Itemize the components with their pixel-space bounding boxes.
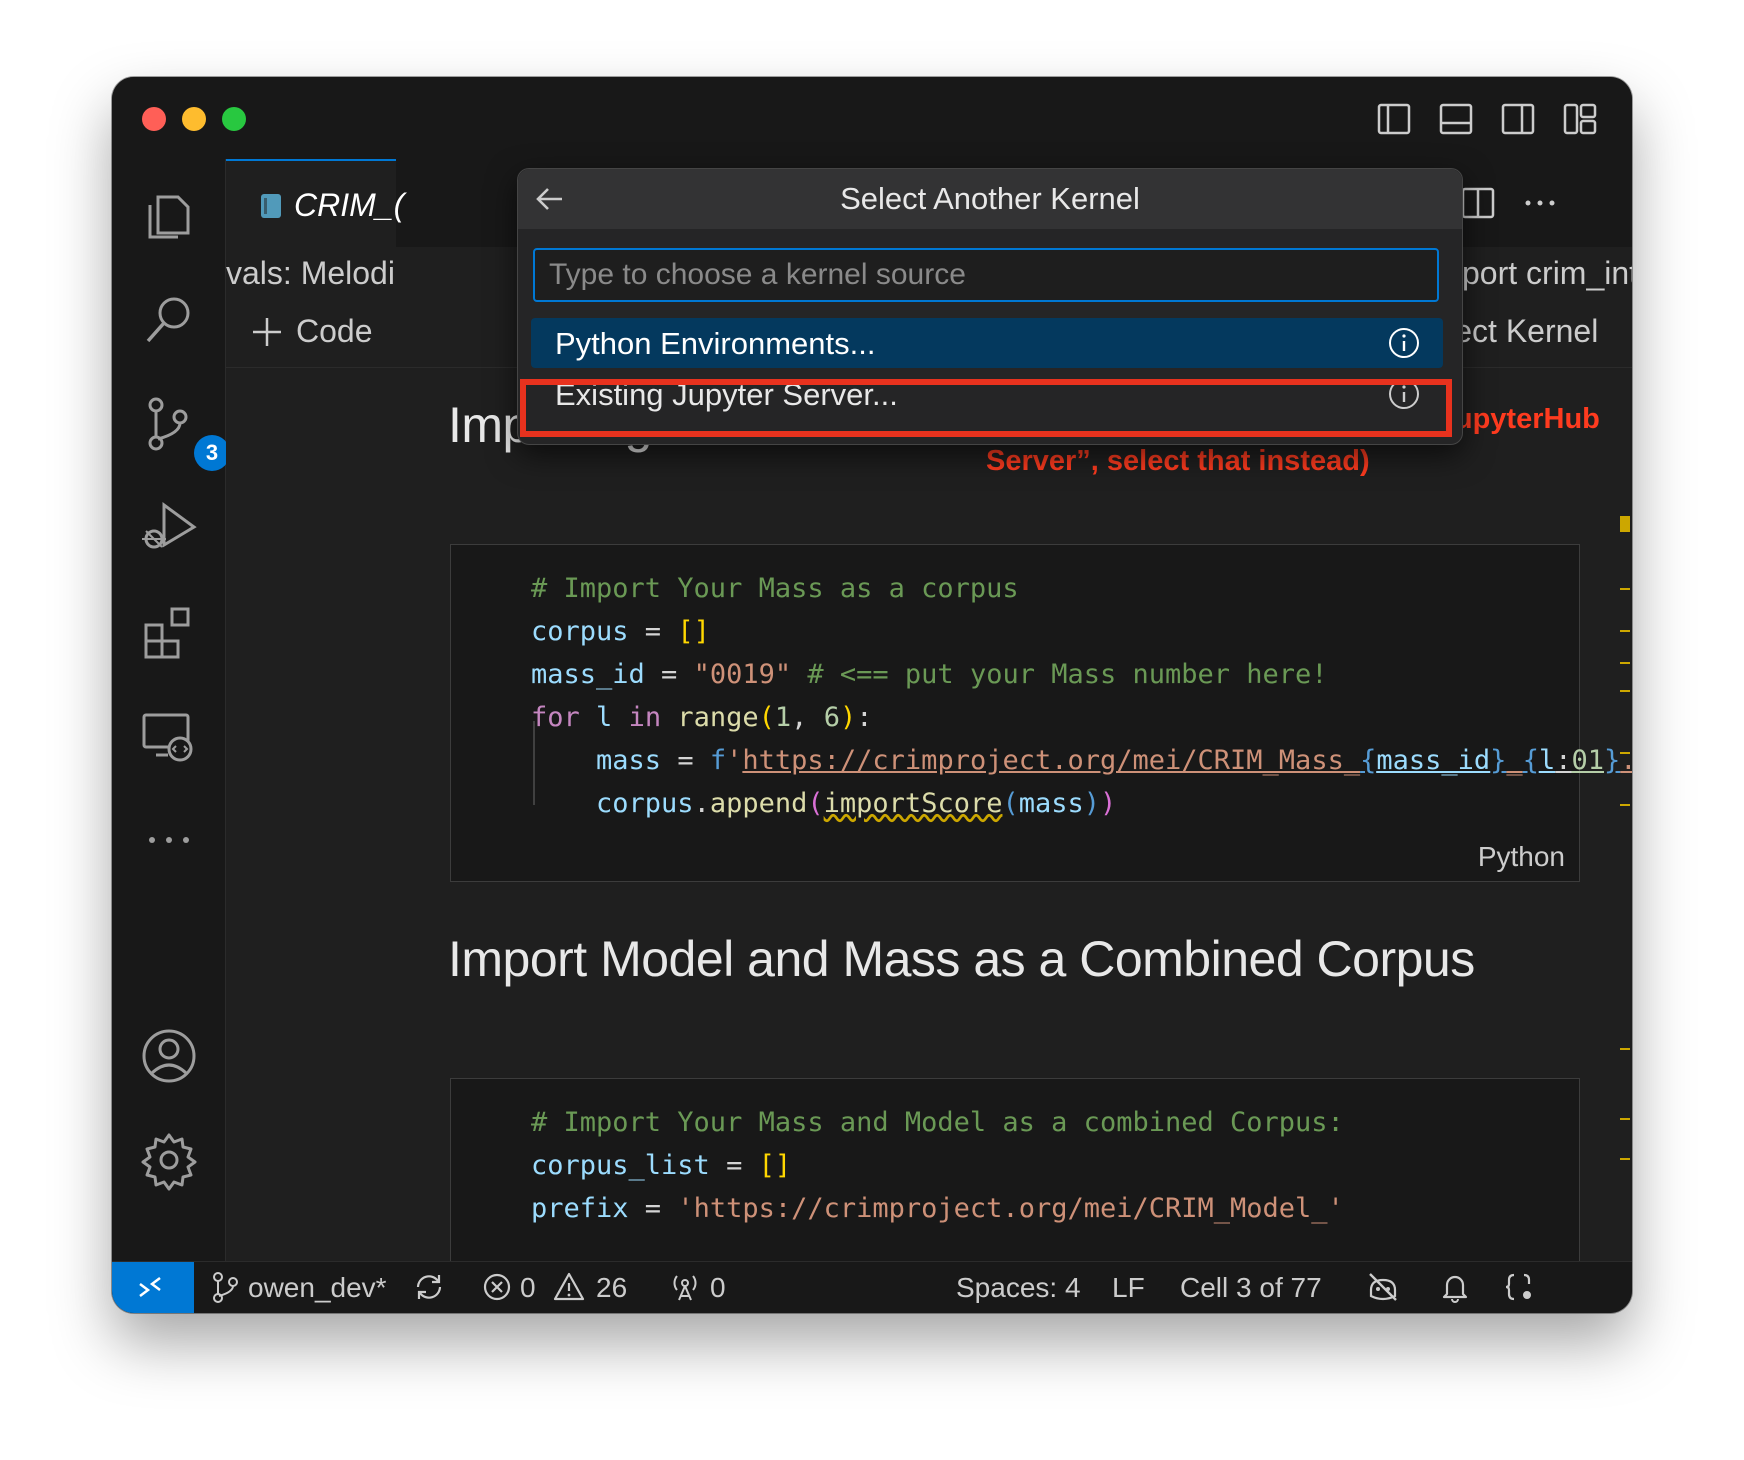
branch-name[interactable]: owen_dev* (248, 1272, 387, 1304)
title-bar (112, 77, 1632, 159)
code-cell-1[interactable]: # Import Your Mass as a corpus corpus = … (450, 544, 1632, 882)
markdown-heading-2: Import Model and Mass as a Combined Corp… (448, 931, 1475, 987)
customize-layout-icon[interactable] (1560, 99, 1600, 139)
source-control-badge: 3 (194, 435, 230, 471)
highlight-annotation-box (520, 379, 1452, 437)
quick-pick-header: Select Another Kernel (518, 169, 1462, 229)
ports-count[interactable]: 0 (710, 1272, 726, 1304)
more-views-icon[interactable] (136, 807, 202, 873)
warning-count[interactable]: 26 (596, 1272, 627, 1304)
breadcrumb-left[interactable]: vals: Melodi (226, 255, 395, 292)
overview-ruler-mark (1620, 588, 1630, 590)
account-icon[interactable] (136, 1023, 202, 1089)
end-of-line[interactable]: LF (1112, 1272, 1145, 1304)
add-code-label: Code (296, 313, 373, 349)
remote-explorer-icon[interactable] (136, 703, 202, 769)
branch-icon (208, 1270, 242, 1304)
overview-ruler-mark (1620, 1118, 1630, 1120)
explorer-icon[interactable] (136, 183, 202, 249)
search-icon[interactable] (136, 287, 202, 353)
remote-icon (139, 1277, 161, 1297)
overview-ruler-mark (1620, 804, 1630, 806)
zoom-window-button[interactable] (222, 107, 246, 131)
extensions-icon[interactable] (136, 599, 202, 665)
overview-ruler-mark (1620, 752, 1630, 754)
code-cell-1-source[interactable]: # Import Your Mass as a corpus corpus = … (531, 567, 1632, 825)
remote-indicator[interactable] (112, 1262, 194, 1313)
overview-ruler-mark (1620, 630, 1630, 632)
more-actions-icon[interactable] (1518, 181, 1562, 225)
error-icon[interactable] (480, 1270, 514, 1304)
tab-label: CRIM_( (294, 187, 405, 223)
error-count[interactable]: 0 (520, 1272, 536, 1304)
kernel-source-input[interactable] (533, 248, 1439, 302)
info-icon[interactable] (1387, 326, 1421, 360)
toggle-panel-icon[interactable] (1436, 99, 1476, 139)
notebook-tab[interactable]: CRIM_( (226, 159, 404, 249)
code-cell-2[interactable]: # Import Your Mass and Model as a combin… (450, 1078, 1580, 1280)
python-environments-option[interactable]: Python Environments... (531, 318, 1443, 368)
notifications-bell-icon[interactable] (1438, 1270, 1472, 1304)
close-window-button[interactable] (142, 107, 166, 131)
overview-ruler-mark (1620, 516, 1630, 532)
minimize-window-button[interactable] (182, 107, 206, 131)
source-control-icon[interactable]: 3 (136, 391, 230, 471)
notebook-editor: Importing One Full Mass (if you have the… (226, 368, 1632, 1280)
plus-icon (253, 318, 281, 346)
copilot-disabled-icon[interactable] (1366, 1270, 1400, 1304)
cell-language-label[interactable]: Python (1478, 841, 1565, 873)
json-brackets-icon[interactable] (1502, 1270, 1536, 1304)
ports-icon[interactable] (668, 1270, 702, 1304)
toggle-secondary-sidebar-icon[interactable] (1498, 99, 1538, 139)
toggle-primary-sidebar-icon[interactable] (1374, 99, 1414, 139)
code-cell-2-source[interactable]: # Import Your Mass and Model as a combin… (531, 1101, 1344, 1230)
warning-icon[interactable] (552, 1270, 586, 1304)
status-bar: owen_dev* 0 26 0 Spaces: 4 LF Cell 3 of … (112, 1261, 1632, 1313)
settings-gear-icon[interactable] (136, 1127, 202, 1193)
activity-bar: 3 (112, 159, 230, 1261)
cell-position[interactable]: Cell 3 of 77 (1180, 1272, 1322, 1304)
indentation[interactable]: Spaces: 4 (956, 1272, 1081, 1304)
sync-icon[interactable] (412, 1270, 446, 1304)
breadcrumb-right[interactable]: port crim_intervals (1462, 255, 1632, 292)
overview-ruler-mark (1620, 662, 1630, 664)
option-label: Python Environments... (555, 326, 876, 361)
overview-ruler-mark (1620, 690, 1630, 692)
overview-ruler-mark (1620, 1048, 1630, 1050)
overview-ruler-mark (1620, 1158, 1630, 1160)
quick-pick-title: Select Another Kernel (840, 181, 1140, 216)
run-debug-icon[interactable] (136, 495, 202, 561)
notebook-file-icon (261, 194, 281, 218)
vscode-window: 3 CRIM_(vals: Melodi port crim_in Code … (112, 77, 1632, 1313)
